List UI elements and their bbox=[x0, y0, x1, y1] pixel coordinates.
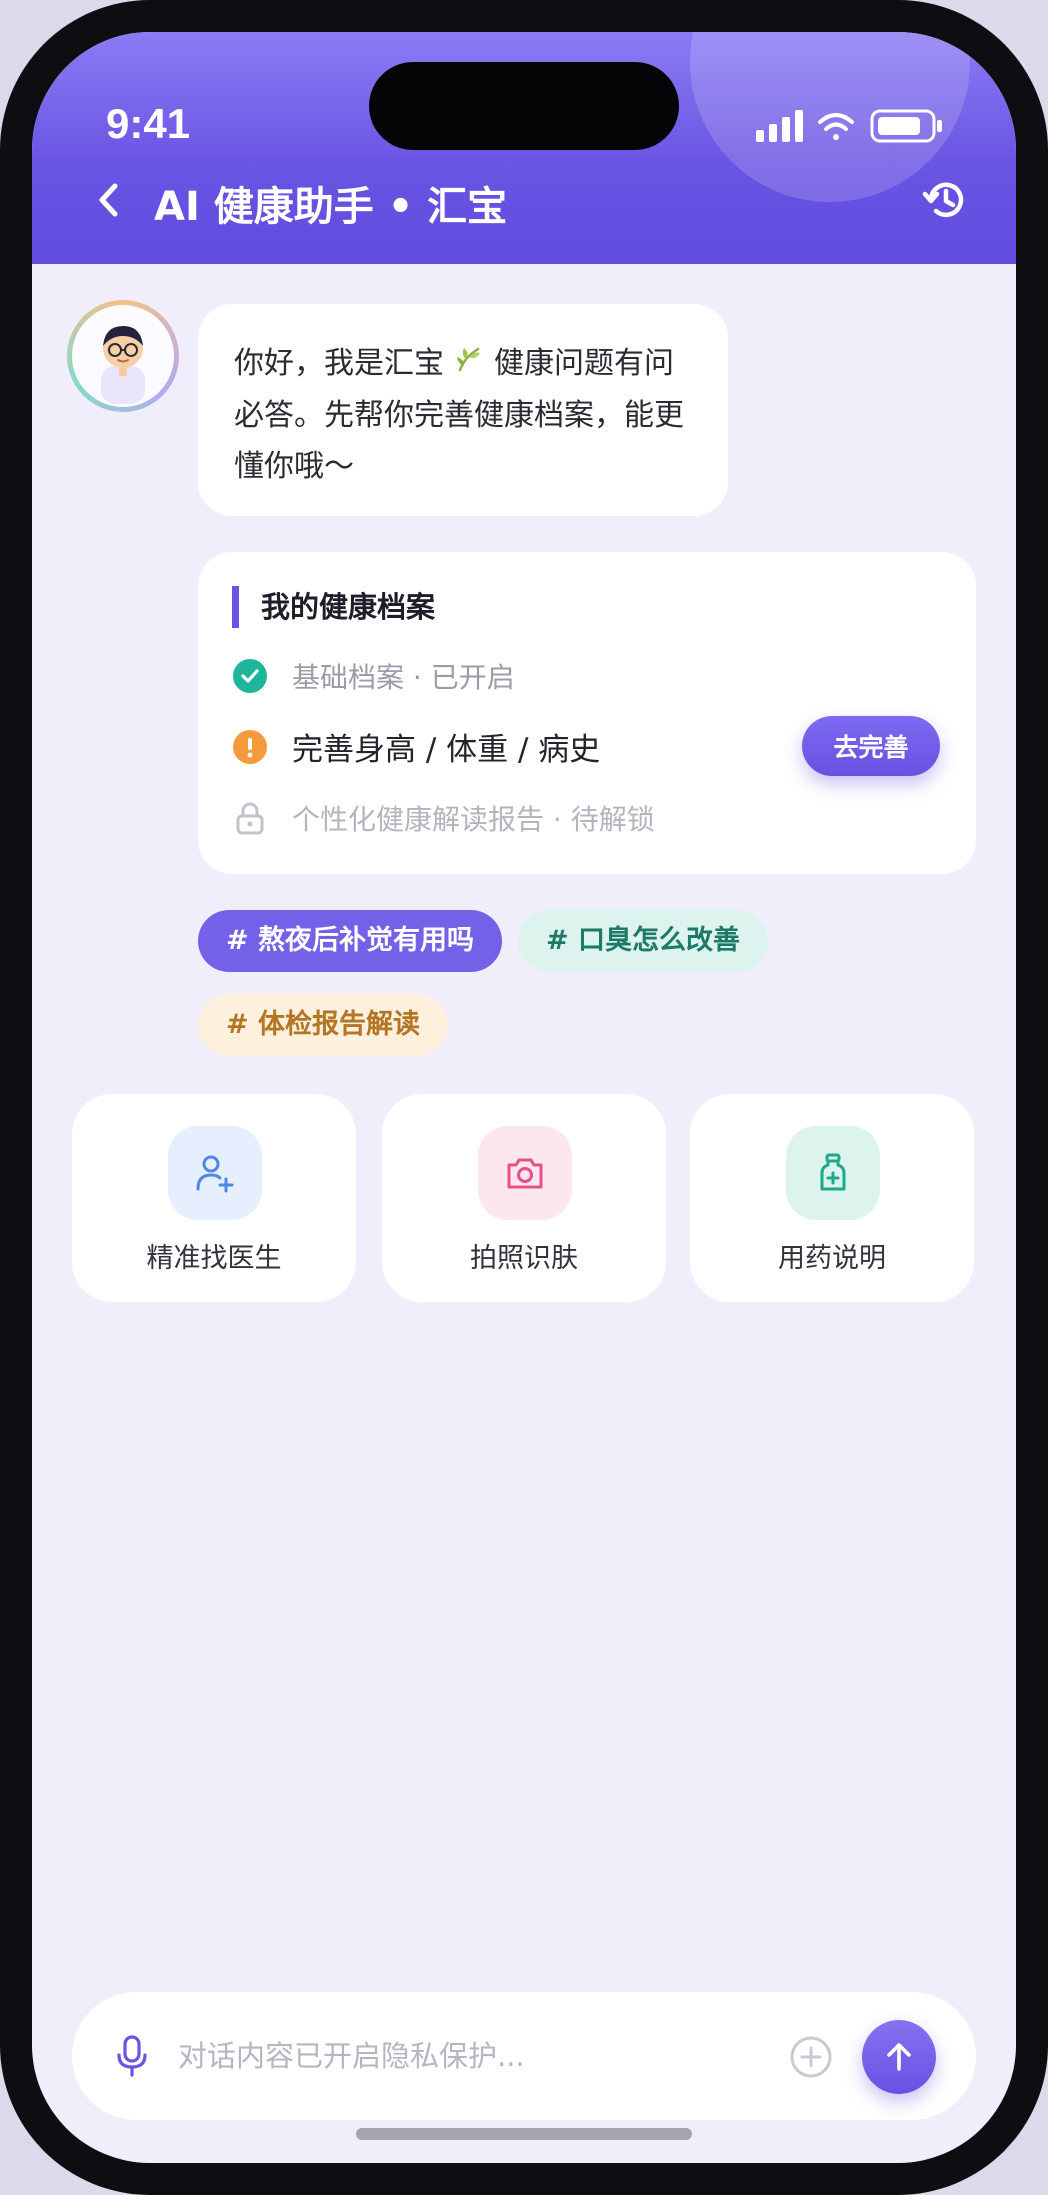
profile-item-body-info[interactable]: 完善身高 / 体重 / 病史 bbox=[232, 724, 600, 769]
profile-item-label: 个性化健康解读报告 · 待解锁 bbox=[292, 803, 655, 836]
status-icons bbox=[756, 109, 942, 143]
assistant-message: 你好，我是汇宝 健康问题有问必答。先帮你完善健康档案，能更懂你哦～ bbox=[198, 304, 728, 516]
microphone-icon bbox=[117, 2035, 147, 2077]
dynamic-island bbox=[369, 62, 679, 150]
history-icon bbox=[922, 182, 964, 217]
plus-circle-icon bbox=[790, 2036, 832, 2078]
medicine-guide-button[interactable]: 用药说明 bbox=[690, 1094, 974, 1302]
status-time: 9:41 bbox=[106, 100, 191, 147]
warning-circle-icon bbox=[232, 729, 268, 765]
history-button[interactable] bbox=[920, 174, 972, 226]
check-circle-icon bbox=[232, 658, 268, 694]
page-title: AI 健康助手 • 汇宝 bbox=[154, 184, 508, 230]
leaf-icon bbox=[454, 339, 484, 390]
screen: 9:41 AI 健康助手 • 汇宝 你好，我是汇宝 健康问题有问必答。先帮你完善… bbox=[32, 32, 1016, 2163]
camera-icon bbox=[478, 1126, 572, 1220]
battery-icon bbox=[870, 109, 942, 143]
complete-profile-button[interactable]: 去完善 bbox=[802, 716, 940, 776]
arrow-up-icon bbox=[887, 2043, 911, 2071]
home-indicator bbox=[356, 2128, 692, 2140]
header: 9:41 AI 健康助手 • 汇宝 bbox=[32, 32, 1016, 264]
back-button[interactable] bbox=[84, 172, 132, 228]
profile-item-report: 个性化健康解读报告 · 待解锁 bbox=[232, 798, 655, 838]
medicine-bottle-icon bbox=[786, 1126, 880, 1220]
profile-item-label: 完善身高 / 体重 / 病史 bbox=[292, 732, 601, 768]
chat-input-bar bbox=[72, 1992, 976, 2120]
quick-action-label: 用药说明 bbox=[778, 1243, 886, 1274]
signal-icon bbox=[756, 110, 803, 142]
attach-button[interactable] bbox=[788, 2034, 834, 2080]
phone-frame: 9:41 AI 健康助手 • 汇宝 你好，我是汇宝 健康问题有问必答。先帮你完善… bbox=[0, 0, 1048, 2195]
send-button[interactable] bbox=[862, 2020, 936, 2094]
wifi-icon bbox=[818, 113, 854, 140]
card-title: 我的健康档案 bbox=[232, 586, 435, 628]
quick-action-label: 拍照识肤 bbox=[470, 1243, 578, 1274]
user-plus-icon bbox=[168, 1126, 262, 1220]
topic-chip[interactable]: # 熬夜后补觉有用吗 bbox=[198, 910, 503, 972]
quick-action-label: 精准找医生 bbox=[146, 1243, 282, 1274]
topic-chip[interactable]: # 口臭怎么改善 bbox=[518, 910, 769, 972]
profile-item-basic: 基础档案 · 已开启 bbox=[232, 656, 515, 696]
profile-item-label: 基础档案 · 已开启 bbox=[292, 661, 515, 694]
assistant-avatar bbox=[67, 300, 179, 412]
lock-icon bbox=[232, 800, 268, 836]
greeting-text-1: 你好，我是汇宝 bbox=[234, 346, 444, 381]
voice-input-button[interactable] bbox=[110, 2032, 154, 2080]
find-doctor-button[interactable]: 精准找医生 bbox=[72, 1094, 356, 1302]
skin-photo-button[interactable]: 拍照识肤 bbox=[382, 1094, 666, 1302]
doctor-avatar-icon bbox=[101, 326, 145, 404]
health-profile-card: 我的健康档案 基础档案 · 已开启 完善身高 / 体重 / 病史 去完善 个性化… bbox=[198, 552, 976, 874]
topic-chip[interactable]: # 体检报告解读 bbox=[198, 994, 449, 1056]
message-input[interactable] bbox=[178, 2026, 738, 2086]
chevron-left-icon bbox=[99, 183, 118, 217]
